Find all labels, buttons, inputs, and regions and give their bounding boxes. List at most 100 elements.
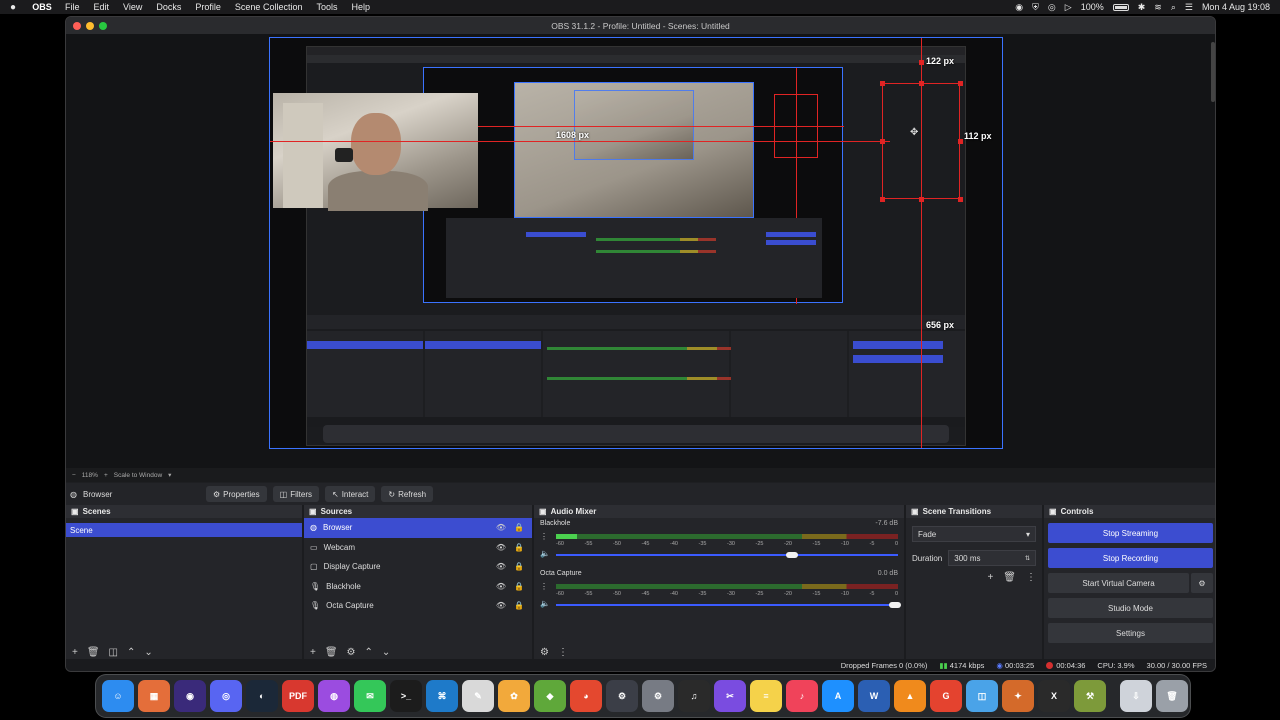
visibility-eye-icon[interactable]: 👁 [496, 562, 506, 571]
menu-tools[interactable]: Tools [309, 2, 344, 12]
source-row-octa-capture[interactable]: 🎙 Octa Capture 👁 🔒 [304, 596, 532, 616]
bluetooth-icon[interactable]: ✱ [1138, 2, 1146, 13]
dock-app-photos-icon[interactable]: ✿ [498, 680, 530, 712]
apple-menu-icon[interactable]: ● [0, 2, 26, 13]
duration-spinbox[interactable]: 300 ms ⇅ [948, 550, 1036, 566]
dock-app-vscode-icon[interactable]: ⌘ [426, 680, 458, 712]
menu-app-name[interactable]: OBS [26, 0, 58, 23]
source-row-display-capture[interactable]: ▢ Display Capture 👁 🔒 [304, 557, 532, 577]
dock-app-final-cut-icon[interactable]: ✂ [714, 680, 746, 712]
dock-app-notes-icon[interactable]: ≡ [750, 680, 782, 712]
menu-edit[interactable]: Edit [87, 2, 117, 12]
dock-app-toolbox-icon[interactable]: ⚒ [1074, 680, 1106, 712]
remove-scene-icon[interactable]: 🗑 [87, 647, 100, 658]
visibility-eye-icon[interactable]: 👁 [496, 543, 506, 552]
selected-source-bounds[interactable] [882, 83, 960, 199]
menu-scene-collection[interactable]: Scene Collection [228, 2, 310, 12]
dock-app-obs-icon[interactable]: ◉ [174, 680, 206, 712]
preview-area[interactable]: ✥ 122 px 112 px 1608 px 656 px [66, 34, 1215, 468]
stop-recording-button[interactable]: Stop Recording [1048, 548, 1213, 568]
virtual-camera-settings-icon[interactable]: ⚙ [1191, 573, 1213, 593]
dock-app-downloads-icon[interactable]: ⇩ [1120, 680, 1152, 712]
program-canvas[interactable]: ✥ 122 px 112 px 1608 px 656 px [269, 37, 1003, 449]
remove-transition-icon[interactable]: 🗑 [1003, 572, 1016, 583]
channel-menu-icon[interactable]: ⋮ [540, 582, 548, 591]
obs-status-icon[interactable]: ◉ [1015, 2, 1023, 13]
interact-button[interactable]: ↖ Interact [324, 486, 376, 502]
volume-knob[interactable] [785, 552, 798, 558]
dock-app-chrome-like-icon[interactable]: ◆ [534, 680, 566, 712]
control-center-icon[interactable]: ☰ [1185, 2, 1193, 13]
channel-menu-icon[interactable]: ⋮ [540, 532, 548, 541]
dock-app-trash-icon[interactable]: 🗑 [1156, 680, 1188, 712]
menu-profile[interactable]: Profile [188, 2, 228, 12]
dock-app-preview-icon[interactable]: ◫ [966, 680, 998, 712]
start-virtual-camera-button[interactable]: Start Virtual Camera [1048, 573, 1189, 593]
preview-scrollbar[interactable] [1211, 42, 1215, 102]
dock-app-vlc-icon[interactable]: ▲ [894, 680, 926, 712]
source-row-browser[interactable]: ◍ Browser 👁 🔒 [304, 518, 532, 538]
lock-icon[interactable]: 🔒 [514, 582, 524, 591]
dock-app-word-icon[interactable]: W [858, 680, 890, 712]
menu-docks[interactable]: Docks [149, 2, 188, 12]
dock-app-chrome-icon[interactable]: ◕ [570, 680, 602, 712]
menu-view[interactable]: View [116, 2, 149, 12]
battery-icon[interactable] [1112, 3, 1129, 11]
lock-icon[interactable]: 🔒 [514, 562, 524, 571]
source-row-blackhole[interactable]: 🎙 Blackhole 👁 🔒 [304, 577, 532, 597]
add-transition-icon[interactable]: + [987, 572, 993, 583]
resize-handle-br[interactable] [958, 197, 963, 202]
move-up-icon[interactable]: ⌃ [365, 647, 373, 658]
speaker-icon[interactable]: 🔈 [540, 599, 550, 608]
dock-app-git-icon[interactable]: G [930, 680, 962, 712]
zoom-in-button[interactable]: + [104, 472, 108, 479]
lock-icon[interactable]: 🔒 [514, 601, 524, 610]
stop-streaming-button[interactable]: Stop Streaming [1048, 523, 1213, 543]
zoom-out-button[interactable]: − [72, 472, 76, 479]
studio-mode-button[interactable]: Studio Mode [1048, 598, 1213, 618]
move-down-icon[interactable]: ⌄ [144, 647, 152, 658]
menu-file[interactable]: File [58, 2, 87, 12]
visibility-eye-icon[interactable]: 👁 [496, 523, 506, 532]
speaker-icon[interactable]: 🔈 [540, 549, 550, 558]
dock-app-music-icon[interactable]: ♪ [786, 680, 818, 712]
dock-app-pdf-icon[interactable]: PDF [282, 680, 314, 712]
dock-app-xcode-icon[interactable]: X [1038, 680, 1070, 712]
lock-icon[interactable]: 🔒 [514, 543, 524, 552]
menubar-clock[interactable]: Mon 4 Aug 19:08 [1202, 2, 1270, 12]
volume-slider[interactable] [556, 554, 898, 556]
volume-slider[interactable] [556, 604, 898, 606]
spin-arrows-icon[interactable]: ⇅ [1025, 555, 1030, 562]
dock-app-textedit-icon[interactable]: ✎ [462, 680, 494, 712]
dock-app-finder-icon[interactable]: ☺ [102, 680, 134, 712]
dock-app-messages-icon[interactable]: ✉ [354, 680, 386, 712]
mixer-menu-icon[interactable]: ⋮ [558, 647, 568, 658]
add-source-icon[interactable]: + [310, 647, 316, 658]
transition-select[interactable]: Fade ▾ [912, 526, 1036, 542]
wifi-icon[interactable]: ≋ [1154, 2, 1162, 13]
scene-filters-icon[interactable]: ◫ [109, 647, 118, 658]
search-icon[interactable]: ⌕ [1171, 2, 1176, 13]
source-row-webcam[interactable]: ▭ Webcam 👁 🔒 [304, 538, 532, 558]
scene-item[interactable]: Scene [66, 523, 302, 537]
settings-button[interactable]: Settings [1048, 623, 1213, 643]
resize-handle-bl[interactable] [880, 197, 885, 202]
add-scene-icon[interactable]: + [72, 647, 78, 658]
refresh-button[interactable]: ↻ Refresh [381, 486, 434, 502]
scale-mode[interactable]: Scale to Window [114, 472, 162, 479]
dock-app-system-settings-icon[interactable]: ⚙ [642, 680, 674, 712]
move-up-icon[interactable]: ⌃ [127, 647, 135, 658]
visibility-eye-icon[interactable]: 👁 [496, 582, 506, 591]
filters-button[interactable]: ◫ Filters [272, 486, 319, 502]
vpn-icon[interactable]: ⛨ [1032, 2, 1039, 13]
resize-handle-tl[interactable] [880, 81, 885, 86]
record-icon[interactable]: ◎ [1048, 2, 1056, 13]
visibility-eye-icon[interactable]: 👁 [496, 601, 506, 610]
properties-button[interactable]: ⚙ Properties [206, 486, 267, 502]
move-down-icon[interactable]: ⌄ [382, 647, 390, 658]
dock-app-terminal-icon[interactable]: >_ [390, 680, 422, 712]
volume-knob[interactable] [888, 602, 901, 608]
transition-menu-icon[interactable]: ⋮ [1026, 572, 1036, 583]
dock-app-wand-icon[interactable]: ✦ [1002, 680, 1034, 712]
resize-handle-l[interactable] [880, 139, 885, 144]
